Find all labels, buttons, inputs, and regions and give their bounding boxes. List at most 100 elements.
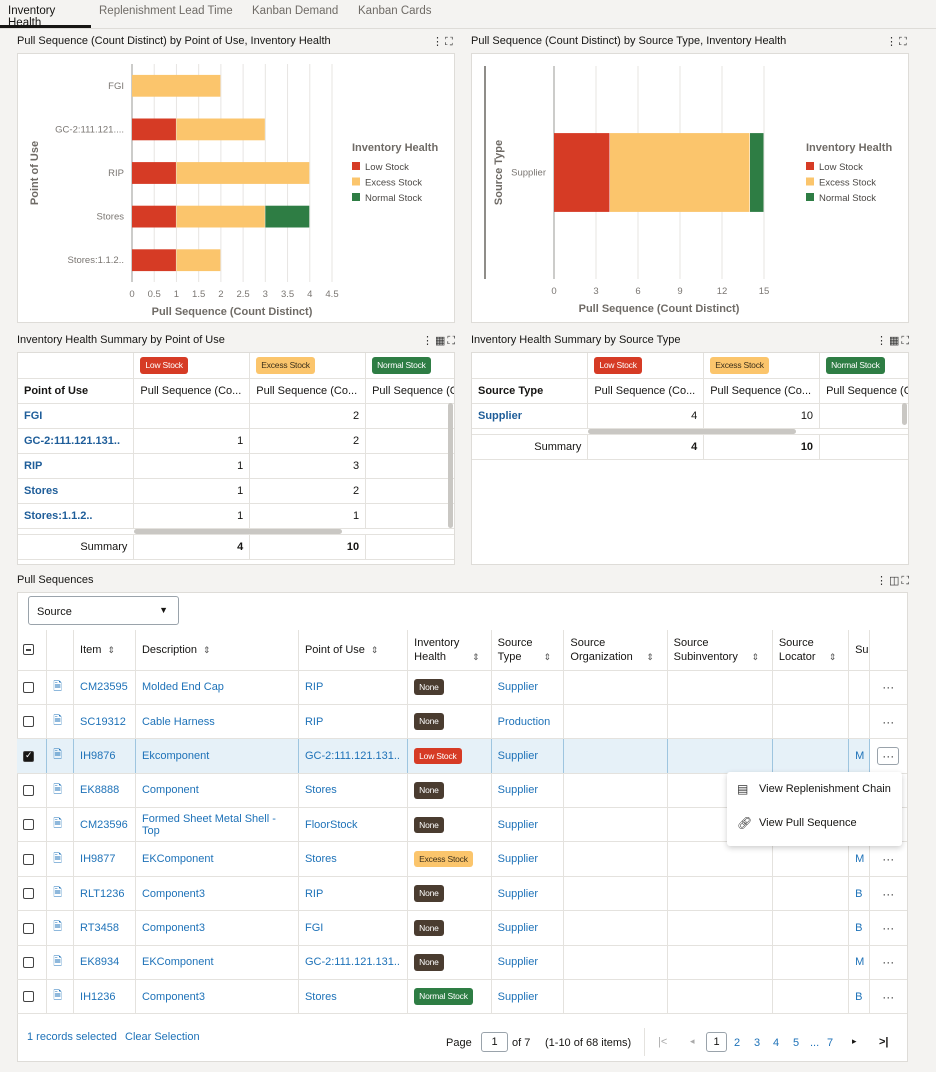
expand-icon[interactable]: ⛶ xyxy=(445,36,455,48)
row-checkbox[interactable] xyxy=(23,819,34,831)
legend-label[interactable]: Low Stock xyxy=(819,162,863,173)
legend-label[interactable]: Low Stock xyxy=(365,162,409,173)
column-header-low[interactable]: Pull Sequence (Co... xyxy=(133,378,251,404)
horizontal-scrollbar[interactable] xyxy=(588,428,796,434)
source-type-link[interactable]: Supplier xyxy=(491,945,565,981)
item-link[interactable]: RT3458 xyxy=(73,910,136,946)
source-type-link[interactable]: Supplier xyxy=(491,910,565,946)
expand-icon[interactable]: ⛶ xyxy=(901,575,911,587)
page-2[interactable]: 2 xyxy=(734,1037,740,1049)
column-header-truncated[interactable]: Su xyxy=(848,630,870,671)
source-type-link[interactable]: Production xyxy=(491,704,565,740)
previous-page-icon[interactable]: ◂ xyxy=(690,1036,695,1047)
tab-replenishment-lead-time[interactable]: Replenishment Lead Time xyxy=(91,0,244,28)
sort-icon[interactable]: ⇕ xyxy=(544,652,552,662)
row-label-link[interactable]: Stores xyxy=(18,478,135,504)
point-of-use-link[interactable]: Stores xyxy=(298,979,409,1015)
truncated-cell[interactable]: M xyxy=(848,841,870,877)
page-1[interactable]: 1 xyxy=(706,1032,727,1052)
bar-segment-low-stock[interactable] xyxy=(132,118,176,141)
row-actions-button[interactable]: ··· xyxy=(882,852,894,866)
document-search-icon[interactable]: 🗎 xyxy=(53,681,62,693)
sort-icon[interactable]: ⇕ xyxy=(203,645,211,655)
column-header-source-organization[interactable]: Source Organization ⇕ xyxy=(563,630,668,671)
bar-segment-excess-stock[interactable] xyxy=(176,205,265,228)
description-link[interactable]: EKComponent xyxy=(135,841,299,877)
document-search-icon[interactable]: 🗎 xyxy=(53,956,62,968)
row-actions-button[interactable]: ··· xyxy=(882,921,894,935)
menu-item-view-replenishment-chain[interactable]: ▤ View Replenishment Chain xyxy=(727,772,902,806)
column-header-source-type[interactable]: Source Type ⇕ xyxy=(491,630,565,671)
point-of-use-link[interactable]: RIP xyxy=(298,876,409,912)
row-label-link[interactable]: Supplier xyxy=(472,403,589,429)
bar-segment-excess-stock[interactable] xyxy=(132,74,221,97)
row-actions-button[interactable]: ··· xyxy=(882,955,894,969)
table-row[interactable]: 🗎 RLT1236 Component3 RIP None Supplier B ··· xyxy=(17,876,907,912)
description-link[interactable]: Component3 xyxy=(135,910,299,946)
bar-segment-excess-stock[interactable] xyxy=(610,133,750,212)
bar-segment-low-stock[interactable] xyxy=(132,249,176,272)
item-link[interactable]: IH1236 xyxy=(73,979,136,1015)
source-type-link[interactable]: Supplier xyxy=(491,979,565,1015)
more-options-icon[interactable]: ⋮ xyxy=(886,36,899,48)
horizontal-scrollbar[interactable] xyxy=(134,528,342,534)
truncated-cell[interactable]: B xyxy=(848,910,870,946)
description-link[interactable]: Ekcomponent xyxy=(135,738,299,774)
description-link[interactable]: EKComponent xyxy=(135,945,299,981)
row-label-link[interactable]: Stores:1.1.2.. xyxy=(18,503,135,529)
point-of-use-link[interactable]: Stores xyxy=(298,773,409,809)
vertical-scrollbar[interactable] xyxy=(902,403,907,425)
columns-icon[interactable]: ◫ xyxy=(889,575,901,587)
point-of-use-link[interactable]: RIP xyxy=(298,704,409,740)
document-search-icon[interactable]: 🗎 xyxy=(53,921,62,933)
row-actions-button[interactable]: ··· xyxy=(882,990,894,1004)
point-of-use-link[interactable]: FloorStock xyxy=(298,807,409,843)
select-all-checkbox[interactable] xyxy=(23,644,34,656)
item-link[interactable]: EK8888 xyxy=(73,773,136,809)
expand-icon[interactable]: ⛶ xyxy=(447,335,457,347)
row-checkbox[interactable] xyxy=(23,681,34,693)
pivot-icon[interactable]: ▦ xyxy=(889,335,901,347)
table-row[interactable]: 🗎 IH9877 EKComponent Stores Excess Stock Supp… xyxy=(17,841,907,877)
point-of-use-link[interactable]: Stores xyxy=(298,841,409,877)
source-type-link[interactable]: Supplier xyxy=(491,841,565,877)
source-type-link[interactable]: Supplier xyxy=(491,807,565,843)
source-type-link[interactable]: Supplier xyxy=(491,670,565,705)
sort-icon[interactable]: ⇕ xyxy=(752,652,760,662)
description-link[interactable]: Component3 xyxy=(135,979,299,1015)
pivot-icon[interactable]: ▦ xyxy=(435,335,447,347)
table-row[interactable]: 🗎 RT3458 Component3 FGI None Supplier B ··· xyxy=(17,910,907,946)
more-options-icon[interactable]: ⋮ xyxy=(432,36,445,48)
document-search-icon[interactable]: 🗎 xyxy=(53,715,62,727)
document-search-icon[interactable]: 🗎 xyxy=(53,818,62,830)
row-label-link[interactable]: FGI xyxy=(18,403,135,429)
source-type-link[interactable]: Supplier xyxy=(491,738,565,774)
truncated-cell[interactable] xyxy=(848,670,870,705)
clear-selection-link[interactable]: Clear Selection xyxy=(125,1031,200,1043)
legend-label[interactable]: Excess Stock xyxy=(365,178,422,189)
expand-icon[interactable]: ⛶ xyxy=(901,335,911,347)
item-link[interactable]: EK8934 xyxy=(73,945,136,981)
sort-icon[interactable]: ⇕ xyxy=(829,652,837,662)
row-actions-button[interactable]: ··· xyxy=(882,680,894,694)
column-header-description[interactable]: Description ⇕ xyxy=(135,630,299,671)
source-select[interactable]: Source ▼ xyxy=(28,596,179,625)
column-header-point-of-use[interactable]: Point of Use xyxy=(18,378,135,404)
column-header-excess[interactable]: Pull Sequence (Co... xyxy=(249,378,367,404)
item-link[interactable]: CM23595 xyxy=(73,670,136,705)
tab-inventory-health[interactable]: Inventory Health xyxy=(0,0,91,29)
bar-segment-low-stock[interactable] xyxy=(554,133,610,212)
point-of-use-link[interactable]: GC-2:111.121.131.. xyxy=(298,738,409,774)
column-header-normal[interactable]: Pull Sequence (C xyxy=(819,378,908,404)
legend-label[interactable]: Normal Stock xyxy=(819,193,876,204)
row-checkbox[interactable] xyxy=(23,991,34,1003)
column-header-source-type[interactable]: Source Type xyxy=(472,378,589,404)
row-label-link[interactable]: RIP xyxy=(18,453,135,479)
row-actions-button[interactable]: ··· xyxy=(877,746,900,765)
column-header-inventory-health[interactable]: Inventory Health ⇕ xyxy=(407,630,492,671)
row-checkbox[interactable] xyxy=(23,956,34,968)
more-options-icon[interactable]: ⋮ xyxy=(422,335,435,347)
truncated-cell[interactable] xyxy=(848,704,870,740)
row-checkbox[interactable] xyxy=(23,716,34,728)
truncated-cell[interactable]: M xyxy=(848,738,870,774)
